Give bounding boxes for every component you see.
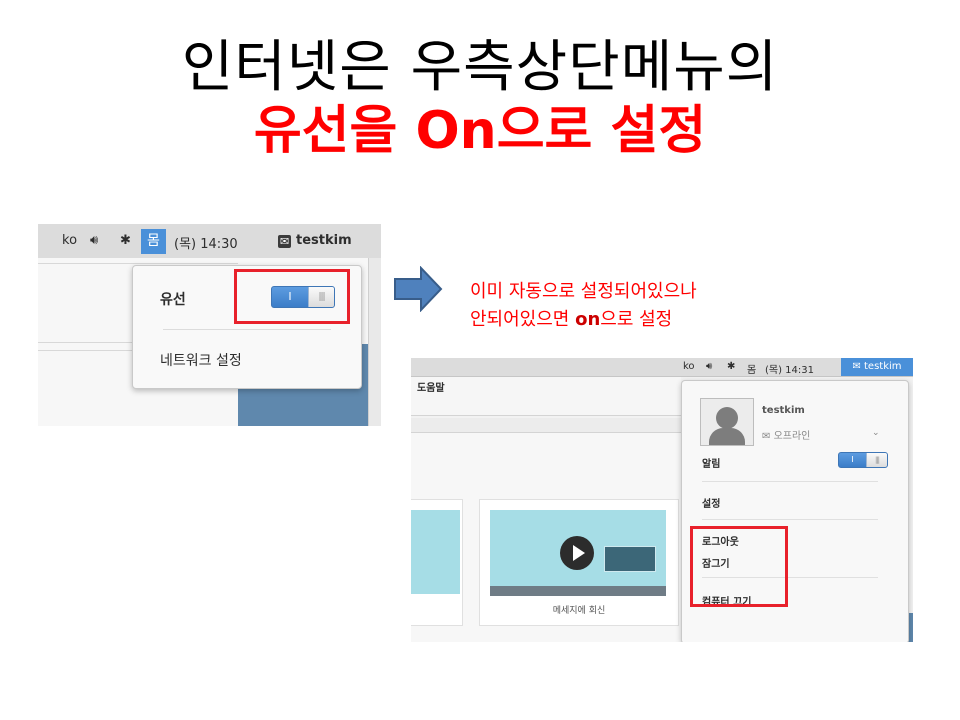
chat-bubble-thumbnail	[604, 546, 656, 572]
chat-icon: ✉	[852, 361, 865, 372]
bluetooth-icon[interactable]: ✱	[120, 233, 131, 248]
toolbar-strip	[411, 418, 681, 433]
chevron-down-icon[interactable]: ⌄	[872, 428, 880, 438]
wired-label: 유선	[160, 292, 186, 308]
user-menu-button[interactable]: ✉ testkim	[841, 358, 913, 376]
network-icon[interactable]: 몸	[141, 229, 166, 254]
help-header: 도움말	[411, 377, 681, 416]
video-thumbnail	[411, 510, 460, 594]
instruction-note: 이미 자동으로 설정되어있으나 안되어있으면 on으로 설정	[470, 278, 697, 334]
toggle-knob: |||	[866, 453, 887, 467]
scrollbar[interactable]	[368, 258, 381, 426]
chat-icon: ✉	[278, 235, 292, 248]
video-caption: 메세지에 회신	[552, 606, 606, 616]
video-controls	[490, 586, 666, 596]
user-menu-label: testkim	[864, 361, 902, 372]
language-indicator[interactable]: ko	[683, 361, 695, 372]
notifications-label: 알림	[702, 459, 721, 470]
help-content: 메세지에 회신	[411, 433, 681, 642]
network-icon[interactable]: 몸	[747, 361, 756, 376]
network-settings-item[interactable]: 네트워크 설정	[160, 350, 242, 370]
note-line-2: 안되어있으면 on으로 설정	[470, 306, 697, 334]
highlight-box	[690, 526, 788, 607]
notifications-toggle[interactable]: I |||	[838, 452, 888, 468]
toggle-on-text: I	[851, 455, 854, 464]
menu-username: testkim	[762, 405, 805, 416]
right-arrow-icon	[394, 266, 443, 312]
avatar	[700, 398, 754, 446]
language-indicator[interactable]: ko	[62, 233, 77, 248]
divider	[702, 519, 878, 520]
settings-item[interactable]: 설정	[702, 495, 720, 510]
chat-status-icon: ✉	[762, 431, 774, 442]
user-menu[interactable]: testkim	[296, 233, 352, 248]
video-card-partial[interactable]	[411, 499, 463, 626]
top-panel: ko 🔊︎ ✱ 몸 (목) 14:31 ✉ testkim	[411, 358, 913, 377]
divider	[702, 481, 878, 482]
note-prefix: 안되어있으면	[470, 309, 576, 330]
slide-subtitle: 유선을 On으로 설정	[253, 101, 707, 161]
highlight-box	[234, 269, 350, 324]
note-line-1: 이미 자동으로 설정되어있으나	[470, 281, 697, 302]
clock[interactable]: (목) 14:31	[765, 361, 814, 376]
screenshot-network-menu: ko 🔊︎ ✱ 몸 (목) 14:30 ✉ testkim 유선 I ||| 네…	[38, 224, 381, 426]
status-selector[interactable]: ✉ 오프라인	[762, 427, 810, 442]
clock[interactable]: (목) 14:30	[174, 233, 238, 252]
video-card[interactable]: 메세지에 회신	[479, 499, 679, 626]
status-label: 오프라인	[773, 431, 811, 442]
bluetooth-icon[interactable]: ✱	[727, 361, 735, 372]
screenshot-user-menu: ko 🔊︎ ✱ 몸 (목) 14:31 ✉ testkim 도움말 메세지에 회…	[411, 358, 913, 642]
volume-icon[interactable]: 🔊︎	[706, 361, 712, 372]
help-label: 도움말	[417, 383, 445, 394]
play-icon[interactable]	[560, 536, 594, 570]
top-panel: ko 🔊︎ ✱ 몸 (목) 14:30 ✉ testkim	[38, 224, 381, 259]
note-on: on	[575, 309, 601, 330]
divider	[163, 329, 331, 330]
note-suffix: 으로 설정	[600, 309, 673, 330]
volume-icon[interactable]: 🔊︎	[90, 233, 98, 248]
